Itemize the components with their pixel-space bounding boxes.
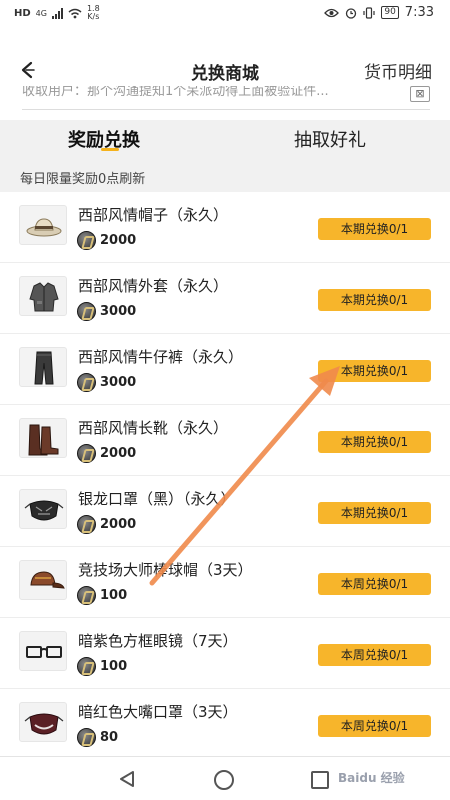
price-value: 100 <box>100 588 128 603</box>
redeem-button[interactable]: 本期兑换0/1 <box>318 289 431 311</box>
notice-ticker: 收取用户：那个沟通提知1个呆派动得上面被验证件... ⊠ <box>22 86 430 110</box>
watermark: Baidu 经验 <box>338 771 405 785</box>
redeem-button[interactable]: 本期兑换0/1 <box>318 502 431 524</box>
active-tab-indicator <box>101 148 119 151</box>
list-item: 西部风情外套（永久） 3000 本期兑换0/1 <box>0 263 450 334</box>
item-price: 2000 <box>77 515 136 534</box>
price-value: 2000 <box>100 446 137 461</box>
wifi-icon <box>68 8 82 18</box>
redeem-button[interactable]: 本周兑换0/1 <box>318 573 431 595</box>
coin-icon <box>77 302 96 321</box>
glasses-icon <box>19 631 67 671</box>
refresh-note: 每日限量奖励0点刷新 <box>20 172 146 187</box>
system-nav-bar: Baidu 经验 <box>0 756 450 800</box>
item-name: 西部风情长靴（永久） <box>78 419 229 437</box>
coin-icon <box>77 728 96 747</box>
reward-list: 西部风情帽子（永久） 2000 本期兑换0/1 西部风情外套（永久） 3000 … <box>0 192 450 760</box>
list-item: 竞技场大师棒球帽（3天） 100 本周兑换0/1 <box>0 547 450 618</box>
vibrate-icon <box>363 6 375 19</box>
item-price: 80 <box>77 728 118 747</box>
coin-icon <box>77 515 96 534</box>
item-name: 竞技场大师棒球帽（3天） <box>78 561 253 579</box>
baseball-cap-icon <box>19 560 67 600</box>
list-item: 西部风情帽子（永久） 2000 本期兑换0/1 <box>0 192 450 263</box>
ticker-close-button[interactable]: ⊠ <box>410 86 430 102</box>
item-price: 100 <box>77 586 127 605</box>
price-value: 100 <box>100 659 128 674</box>
ticker-text: 收取用户：那个沟通提知1个呆派动得上面被验证件... <box>22 86 329 99</box>
price-value: 80 <box>100 730 119 745</box>
item-name: 西部风情帽子（永久） <box>78 206 229 224</box>
price-value: 3000 <box>100 304 137 319</box>
price-value: 2000 <box>100 233 137 248</box>
list-item: 银龙口罩（黑）（永久） 2000 本期兑换0/1 <box>0 476 450 547</box>
coin-icon <box>77 657 96 676</box>
status-bar: HD 4G 1.8 K/s 90 7:33 <box>0 0 450 26</box>
list-item: 暗红色大嘴口罩（3天） 80 本周兑换0/1 <box>0 689 450 760</box>
price-value: 3000 <box>100 375 137 390</box>
coin-icon <box>77 586 96 605</box>
coin-icon <box>77 373 96 392</box>
nav-recent-icon[interactable] <box>311 771 329 789</box>
redeem-button[interactable]: 本期兑换0/1 <box>318 360 431 382</box>
item-name: 暗红色大嘴口罩（3天） <box>78 703 238 721</box>
nav-back-icon[interactable] <box>118 770 136 788</box>
cowboy-hat-icon <box>19 205 67 245</box>
eye-icon <box>324 8 340 17</box>
alarm-icon <box>346 7 357 19</box>
face-mask-icon <box>19 489 67 529</box>
item-price: 3000 <box>77 302 136 321</box>
price-value: 2000 <box>100 517 137 532</box>
item-price: 100 <box>77 657 127 676</box>
list-item: 西部风情牛仔裤（永久） 3000 本期兑换0/1 <box>0 334 450 405</box>
redeem-button[interactable]: 本周兑换0/1 <box>318 644 431 666</box>
list-item: 暗紫色方框眼镜（7天） 100 本周兑换0/1 <box>0 618 450 689</box>
boots-icon <box>19 418 67 458</box>
currency-detail-link[interactable]: 货币明细 <box>364 58 432 83</box>
item-price: 3000 <box>77 373 136 392</box>
item-name: 西部风情外套（永久） <box>78 277 229 295</box>
battery-indicator: 90 <box>381 6 399 19</box>
carrier-label: HD <box>14 7 31 19</box>
redeem-button[interactable]: 本期兑换0/1 <box>318 218 431 240</box>
tab-bar: 奖励兑换 抽取好礼 <box>0 120 450 162</box>
coin-icon <box>77 231 96 250</box>
network-speed: 1.8 K/s <box>87 5 100 21</box>
redeem-button[interactable]: 本周兑换0/1 <box>318 715 431 737</box>
item-price: 2000 <box>77 231 136 250</box>
clock: 7:33 <box>404 5 434 20</box>
app-header: 兑换商城 货币明细 收取用户：那个沟通提知1个呆派动得上面被验证件... ⊠ <box>0 26 450 120</box>
jacket-icon <box>19 276 67 316</box>
signal-icon <box>51 7 63 19</box>
network-label: 4G <box>35 8 47 18</box>
tab-lucky-draw[interactable]: 抽取好礼 <box>294 126 366 152</box>
item-price: 2000 <box>77 444 136 463</box>
item-name: 银龙口罩（黑）（永久） <box>78 490 236 508</box>
item-name: 西部风情牛仔裤（永久） <box>78 348 244 366</box>
red-mask-icon <box>19 702 67 742</box>
item-name: 暗紫色方框眼镜（7天） <box>78 632 238 650</box>
coin-icon <box>77 444 96 463</box>
speed-unit: K/s <box>87 12 100 21</box>
redeem-button[interactable]: 本期兑换0/1 <box>318 431 431 453</box>
jeans-icon <box>19 347 67 387</box>
nav-home-icon[interactable] <box>214 770 234 790</box>
list-item: 西部风情长靴（永久） 2000 本期兑换0/1 <box>0 405 450 476</box>
